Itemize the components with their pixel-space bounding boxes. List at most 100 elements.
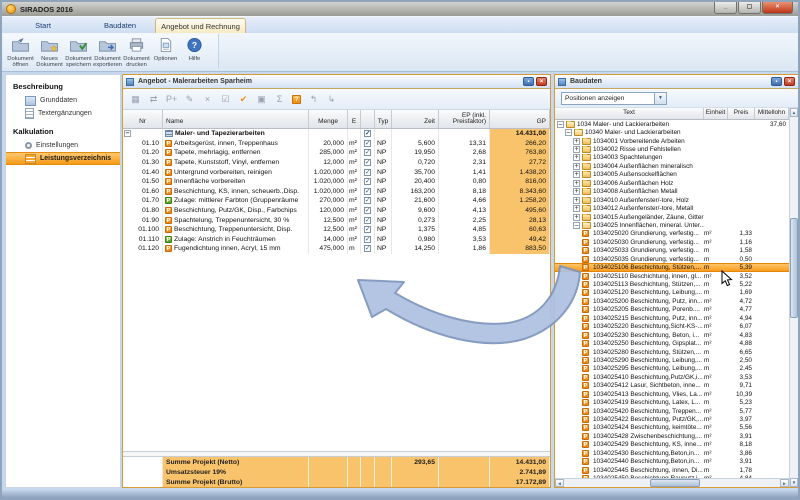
ribbon-button-dokument-ffnen[interactable]: Dokument öffnen [6,35,35,67]
collapse-icon[interactable]: – [573,222,580,229]
tree-row[interactable]: P1034025419 Beschichtung, Latex, L...m5,… [555,398,789,406]
scroll-left-icon[interactable]: ◄ [555,479,564,487]
ribbon-button-dokument-exportieren[interactable]: Dokument exportieren [93,35,122,67]
checkbox-icon[interactable]: ✓ [364,245,371,252]
tree-row[interactable]: P1034025410 Beschichtung,Putz/GK,i...m²3… [555,373,789,381]
checkbox-icon[interactable]: ☑ [220,94,231,105]
scroll-right-icon[interactable]: ► [780,479,789,487]
positions-filter-dropdown[interactable]: Positionen anzeigen ▼ [561,92,667,105]
tree-row[interactable]: +1034005 Außensockelflächen [555,171,789,179]
tree-row[interactable]: P1034025295 Beschichtung, Leibung,...m2,… [555,365,789,373]
expand-icon[interactable]: + [573,188,580,195]
close-button[interactable]: × [762,2,793,14]
tree-row[interactable]: P1034025220 Beschichtung,Sicht-KS-...m²6… [555,323,789,331]
maximize-button[interactable]: ▢ [738,2,761,14]
column-header-e[interactable]: E [348,110,361,128]
table-row[interactable]: 01.80PBeschichtung, Putz/GK, Disp., Farb… [123,206,550,216]
tree-row[interactable]: +1034001 Vorbereitende Arbeiten [555,137,789,145]
tree-row[interactable]: P1034025215 Beschichtung, Putz, inn...m²… [555,314,789,322]
column-header-typ[interactable]: Typ [375,110,392,128]
ribbon-button-dokument-drucken[interactable]: Dokument drucken [122,35,151,67]
tree-row[interactable]: +1034003 Spachtelungen [555,154,789,162]
checkbox-icon[interactable]: ✓ [364,159,371,166]
column-header-ep-inkl-preisfaktor[interactable]: EP (inkl. Preisfaktor) [439,110,490,128]
column-header-checkbox[interactable] [361,110,375,128]
tree-row[interactable]: +1034015 Außengeländer, Zäune, Gitter [555,213,789,221]
scrollbar-thumb[interactable] [650,479,700,487]
column-header-text[interactable]: Text [555,108,704,119]
vertical-scrollbar[interactable]: ▲ ▼ [789,108,798,487]
expand-icon[interactable]: + [573,180,580,187]
tree-row[interactable]: +1034012 Außenfenster/-tore, Metall [555,204,789,212]
table-row[interactable]: 01.30PTapete, Kunststoff, Vinyl, entfern… [123,158,550,168]
tag-icon[interactable]: ? [292,95,301,104]
ribbon-button-optionen[interactable]: Optionen [151,35,180,67]
checkbox-icon[interactable]: ✓ [364,169,371,176]
tree-row[interactable]: P1034025106 Beschichtung, Stützen,...m5,… [555,263,789,271]
horizontal-scrollbar[interactable]: ◄ ► [555,478,789,487]
tree-row[interactable]: P1034025033 Grundierung, verfestig...m1,… [555,247,789,255]
table-row[interactable]: 01.110PZulage: Anstrich in Feuchträumen1… [123,235,550,245]
tree-row[interactable]: P1034025413 Beschichtung, Vlies, La...m²… [555,390,789,398]
panel-pin-button[interactable]: ▪ [523,77,534,86]
expand-icon[interactable]: – [124,130,131,137]
expand-icon[interactable]: + [573,154,580,161]
column-header-einheit[interactable]: Einheit [704,108,728,119]
confirm-icon[interactable]: ✔ [238,94,249,105]
tree-row[interactable]: P1034025424 Beschichtung, keimtöte...m²5… [555,424,789,432]
tree-row[interactable]: P1034025110 Beschichtung, innen, gl...m²… [555,272,789,280]
tree-row[interactable]: –10340 Maler- und Lackierarbeiten [555,128,789,136]
checkbox-icon[interactable]: ✓ [364,140,371,147]
tab-angebot-und-rechnung[interactable]: Angebot und Rechnung [155,18,246,34]
expand-icon[interactable]: + [573,138,580,145]
checkbox-icon[interactable]: ✓ [364,130,371,137]
column-header-menge[interactable]: Menge [309,110,348,128]
new-position-icon[interactable]: ▦ [130,94,141,105]
scroll-down-icon[interactable]: ▼ [790,478,798,487]
ribbon-button-neues-dokument[interactable]: Neues Dokument [35,35,64,67]
table-row[interactable]: 01.90PSpachtelung, Treppenuntersicht, 30… [123,215,550,225]
column-header-name[interactable]: Name [163,110,309,128]
table-row[interactable]: 01.70PZulage: mittlerer Farbton (Gruppen… [123,196,550,206]
panel-close-button[interactable]: × [536,77,547,86]
column-header-nr[interactable]: Nr [123,110,163,128]
scrollbar-thumb[interactable] [790,218,798,318]
sidebar-item-grunddaten[interactable]: Grunddaten [6,94,120,107]
sidebar-item-leistungsverzeichnis[interactable]: Leistungsverzeichnis [6,152,120,165]
table-row[interactable]: 01.100PBeschichtung, Treppenuntersicht, … [123,225,550,235]
minimize-button[interactable]: _ [714,2,737,14]
chevron-down-icon[interactable]: ▼ [654,93,666,104]
checkbox-icon[interactable]: ✓ [364,178,371,185]
expand-icon[interactable]: + [573,163,580,170]
sidebar-item-einstellungen[interactable]: Einstellungen [6,139,120,152]
tree-row[interactable]: –1034025 Innenflächen, mineral. Unter... [555,221,789,229]
panel-close-button[interactable]: × [784,77,795,86]
ribbon-button-hilfe[interactable]: ?Hilfe [180,35,209,67]
tree-row[interactable]: P1034025200 Beschichtung, Putz, inn...m²… [555,297,789,305]
ribbon-button-dokument-speichern[interactable]: Dokument speichern [64,35,93,67]
sum-icon[interactable]: Σ [274,94,285,104]
tab-baudaten[interactable]: Baudaten [87,17,153,34]
checkbox-icon[interactable]: ✓ [364,197,371,204]
tree-row[interactable]: P1034025020 Grundierung, verfestig...m²1… [555,230,789,238]
tree-row[interactable]: +1034008 Außenflächen Metall [555,188,789,196]
tab-start[interactable]: Start [12,17,74,34]
tree-row[interactable]: P1034025030 Grundierung, verfestig...m²1… [555,238,789,246]
checkbox-icon[interactable]: ✓ [364,207,371,214]
checkbox-icon[interactable]: ✓ [364,236,371,243]
tree-row[interactable]: +1034010 Außenfenster/-tore, Holz [555,196,789,204]
checkbox-icon[interactable]: ✓ [364,217,371,224]
tree-row[interactable]: P1034025230 Beschichtung, Beton, i...m²4… [555,331,789,339]
column-header-mittellohn[interactable]: Mittellohn [755,108,789,119]
delete-icon[interactable]: × [202,94,213,104]
level-up-icon[interactable]: ↰ [308,94,319,105]
collapse-icon[interactable]: – [565,129,572,136]
expand-icon[interactable]: + [573,171,580,178]
copy-icon[interactable]: ▣ [256,94,267,105]
tree-row[interactable]: P1034025422 Beschichtung, Putz/GK,...m²3… [555,415,789,423]
table-row[interactable]: 01.60PBeschichtung, KS, innen, scheuerb.… [123,187,550,197]
tree-row[interactable]: P1034025428 Zwischenbeschichtung,...m²3,… [555,432,789,440]
tree-row[interactable]: P1034025445 Beschichtung, innen, Di...m1… [555,466,789,474]
checkbox-icon[interactable]: ✓ [364,188,371,195]
column-header-preis[interactable]: Preis [728,108,755,119]
